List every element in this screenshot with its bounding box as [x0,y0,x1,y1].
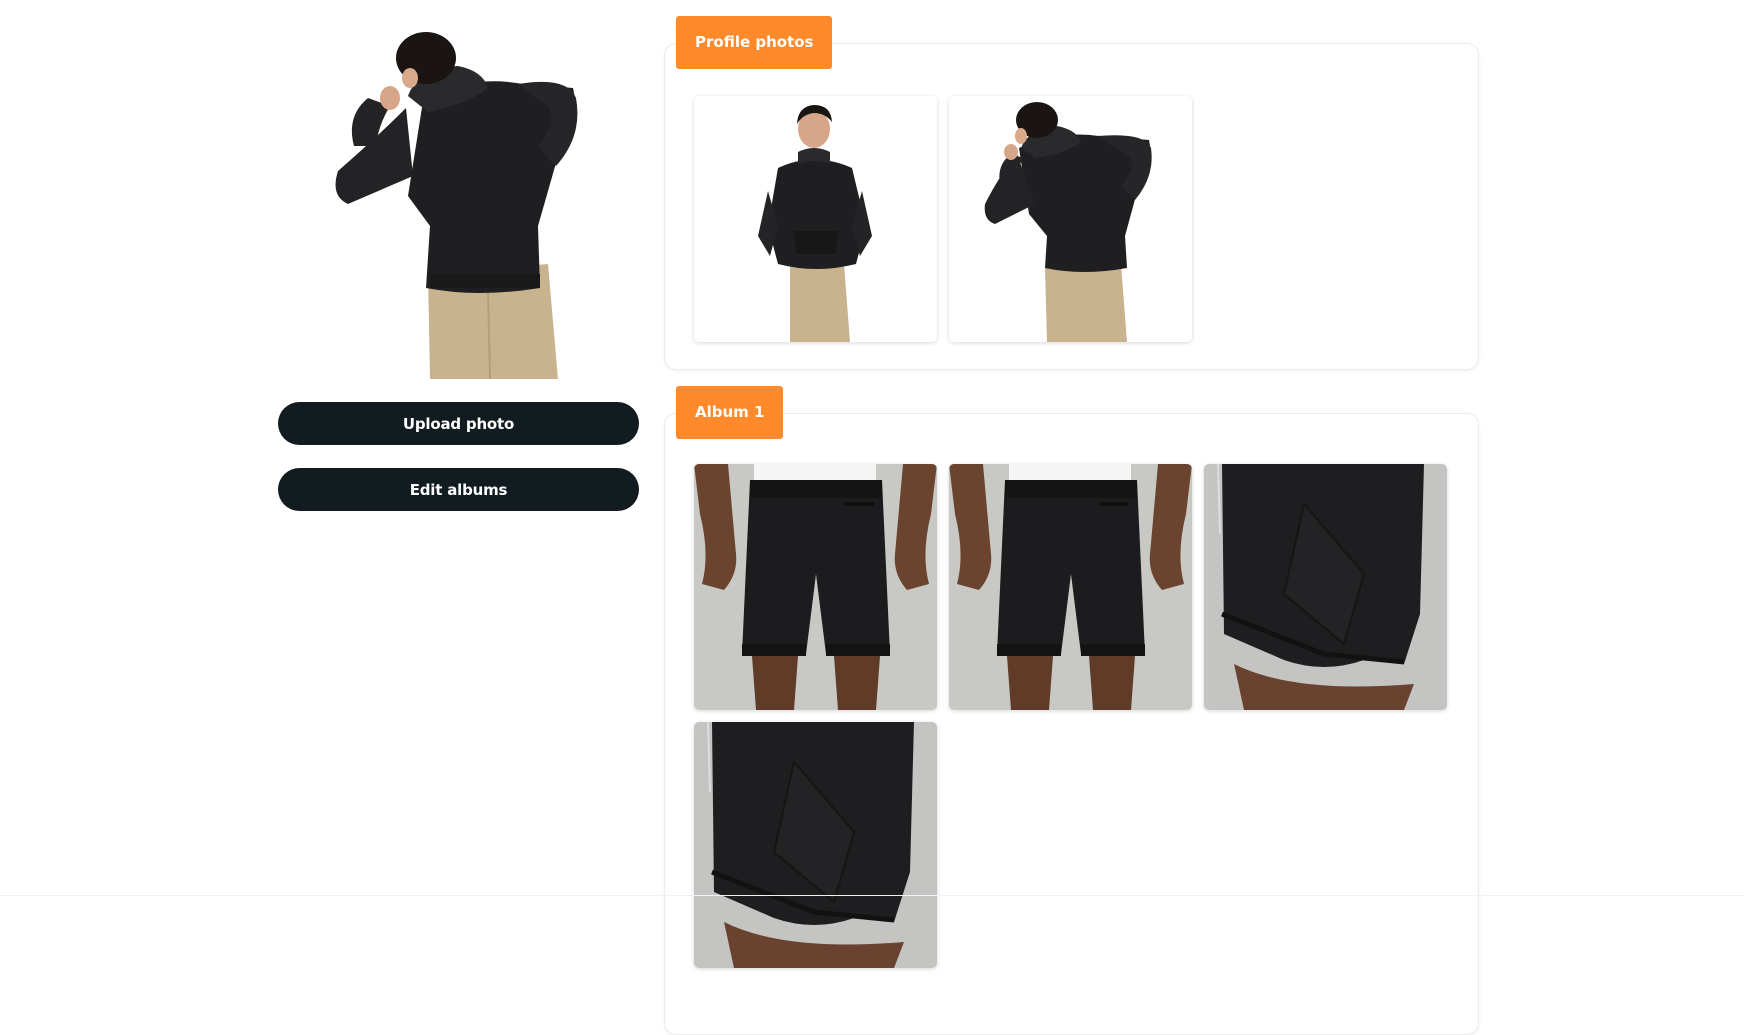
album-photo-thumb[interactable] [949,464,1192,710]
album-1-title: Album 1 [676,386,784,439]
shorts-back-photo [694,464,937,710]
hoodie-front-photo [694,96,937,342]
album-photo-thumb[interactable] [694,722,937,968]
upload-photo-button[interactable]: Upload photo [278,402,639,445]
edit-albums-button[interactable]: Edit albums [278,468,639,511]
album-photo-thumb[interactable] [1204,464,1447,710]
album-photo-thumb[interactable] [694,464,937,710]
shorts-side-closeup-photo [694,722,937,968]
person-back-hoodie-photo [335,32,578,379]
profile-photo-thumb[interactable] [694,96,937,342]
page-divider [0,895,1744,896]
shorts-back-photo [949,464,1192,710]
main-profile-photo [318,26,602,379]
hoodie-back-photo [949,96,1192,342]
profile-photo-thumb[interactable] [949,96,1192,342]
profile-photos-title: Profile photos [676,16,833,69]
shorts-side-closeup-photo [1204,464,1447,710]
